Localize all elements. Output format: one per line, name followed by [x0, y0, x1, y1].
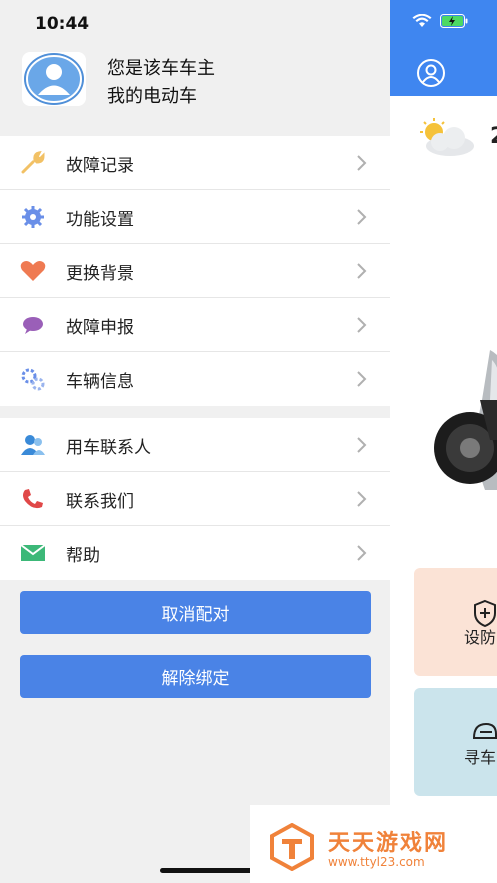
status-indicators	[412, 14, 468, 28]
profile-icon[interactable]	[416, 58, 446, 88]
arm-card[interactable]: 设防	[414, 568, 497, 676]
temperature-text: 2	[490, 124, 497, 149]
menu-item-fault-records[interactable]: 故障记录	[0, 136, 390, 190]
user-avatar-icon	[24, 53, 84, 105]
chevron-right-icon	[357, 263, 367, 279]
watermark-logo-icon	[270, 823, 314, 871]
vehicle-name: 我的电动车	[107, 86, 197, 107]
main-screen: 2 设防 寻车	[390, 0, 497, 883]
phone-icon	[20, 487, 46, 511]
battery-charging-icon	[440, 14, 468, 28]
menu-item-label: 帮助	[66, 546, 100, 566]
menu-item-label: 功能设置	[66, 210, 134, 230]
menu-item-label: 联系我们	[66, 492, 134, 512]
chevron-right-icon	[357, 545, 367, 561]
contacts-icon	[20, 433, 46, 457]
cancel-pairing-button[interactable]: 取消配对	[20, 591, 371, 634]
menu-item-label: 车辆信息	[66, 372, 134, 392]
chevron-right-icon	[357, 491, 367, 507]
menu-item-help[interactable]: 帮助	[0, 526, 390, 580]
arm-label: 设防	[464, 628, 497, 647]
menu-item-label: 故障申报	[66, 318, 134, 338]
scooter-image	[434, 350, 497, 490]
chevron-right-icon	[357, 155, 367, 171]
chevron-right-icon	[357, 437, 367, 453]
menu-item-label: 用车联系人	[66, 438, 151, 458]
menu-item-function-settings[interactable]: 功能设置	[0, 190, 390, 244]
owner-status-text: 您是该车车主	[107, 58, 215, 79]
gears-icon	[20, 367, 46, 391]
menu-item-contact-us[interactable]: 联系我们	[0, 472, 390, 526]
menu-item-label: 故障记录	[66, 156, 134, 176]
find-vehicle-card[interactable]: 寻车	[414, 688, 497, 796]
avatar[interactable]	[22, 52, 86, 106]
watermark-url: www.ttyl23.com	[328, 855, 425, 869]
menu-item-change-background[interactable]: 更换背景	[0, 244, 390, 298]
menu-item-label: 更换背景	[66, 264, 134, 284]
menu-group-primary: 故障记录 功能设置 更换背景 故障申报 车辆信息	[0, 136, 390, 406]
weather-partly-cloudy-icon	[420, 118, 474, 156]
chat-bubble-icon	[20, 313, 46, 337]
status-time: 10:44	[35, 14, 90, 34]
watermark-title: 天天游戏网	[328, 831, 449, 856]
menu-item-contacts[interactable]: 用车联系人	[0, 418, 390, 472]
watermark: 天天游戏网 www.ttyl23.com	[250, 805, 497, 883]
chevron-right-icon	[357, 317, 367, 333]
app-header	[390, 0, 497, 96]
wifi-icon	[412, 14, 432, 27]
side-drawer: 10:44 您是该车车主 我的电动车 故障记录 功能设置 更换背景 故障申报 车…	[0, 0, 390, 883]
heart-icon	[20, 259, 46, 283]
chevron-right-icon	[357, 209, 367, 225]
mail-icon	[20, 541, 46, 565]
menu-group-secondary: 用车联系人 联系我们 帮助	[0, 418, 390, 580]
chevron-right-icon	[357, 371, 367, 387]
unbind-button[interactable]: 解除绑定	[20, 655, 371, 698]
wrench-icon	[20, 151, 46, 175]
menu-item-vehicle-info[interactable]: 车辆信息	[0, 352, 390, 406]
gear-icon	[20, 205, 46, 229]
find-vehicle-label: 寻车	[464, 748, 497, 767]
menu-item-fault-report[interactable]: 故障申报	[0, 298, 390, 352]
